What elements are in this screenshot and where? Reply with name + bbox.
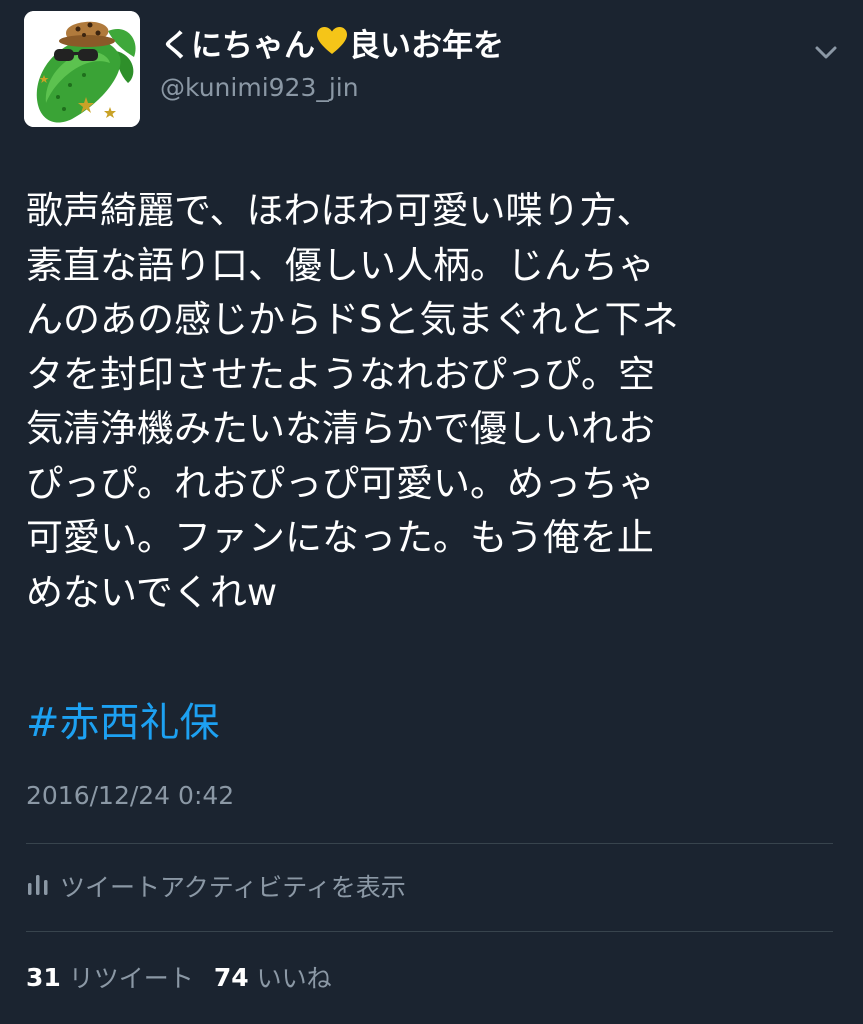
tweet-text-line: 素直な語り口、優しい人柄。じんちゃ xyxy=(26,243,655,287)
like-label: いいね xyxy=(256,964,332,993)
display-name-prefix: くにちゃん xyxy=(160,28,315,64)
tweet-text-line: んのあの感じからドSと気まぐれと下ネ xyxy=(26,298,679,341)
bar-chart-icon xyxy=(26,871,50,901)
tweet-text-line: 気清浄機みたいな清らかで優しいれお xyxy=(26,407,655,450)
tweet-text-line: ぴっぴ。れおぴっぴ可愛い。めっちゃ xyxy=(26,461,655,505)
retweets-stat[interactable]: 31 リツイート xyxy=(26,959,194,995)
cucumber-avatar-icon xyxy=(24,11,140,127)
like-count: 74 xyxy=(213,962,249,992)
likes-stat[interactable]: 74 いいね xyxy=(214,959,332,995)
tweet-text-line: 歌声綺麗で、ほわほわ可愛い喋り方、 xyxy=(26,189,654,232)
chevron-down-icon[interactable] xyxy=(812,38,840,66)
retweet-count: 31 xyxy=(26,962,61,992)
tweet-timestamp: 2016/12/24 0:42 xyxy=(26,781,235,810)
user-handle[interactable]: @kunimi923_jin xyxy=(160,72,359,104)
tweet-text-line: 可愛い。ファンになった。もう俺を止 xyxy=(26,516,654,559)
activity-label: ツイートアクティビティを表示 xyxy=(60,873,406,902)
tweet-text-line: めないでくれw xyxy=(26,570,278,614)
tweet-text: 歌声綺麗で、ほわほわ可愛い喋り方、 素直な語り口、優しい人柄。じんちゃ んのあの… xyxy=(26,184,841,620)
display-name[interactable]: くにちゃん 良いお年を xyxy=(160,26,504,66)
tweet-stats: 31 リツイート 74 いいね xyxy=(26,957,332,997)
tweet-detail: くにちゃん 良いお年を @kunimi923_jin 歌声綺麗で、ほわほわ可愛い… xyxy=(0,0,863,1024)
tweet-text-line: タを封印させたようなれおぴっぴ。空 xyxy=(26,352,655,396)
display-name-suffix: 良いお年を xyxy=(349,28,504,64)
divider xyxy=(26,931,833,932)
divider xyxy=(26,843,833,844)
yellow-heart-icon xyxy=(316,26,348,66)
hashtag-link[interactable]: #赤西礼保 xyxy=(26,696,220,750)
avatar[interactable] xyxy=(24,11,140,127)
view-tweet-activity-button[interactable]: ツイートアクティビティを表示 xyxy=(26,866,406,906)
retweet-label: リツイート xyxy=(68,964,194,993)
